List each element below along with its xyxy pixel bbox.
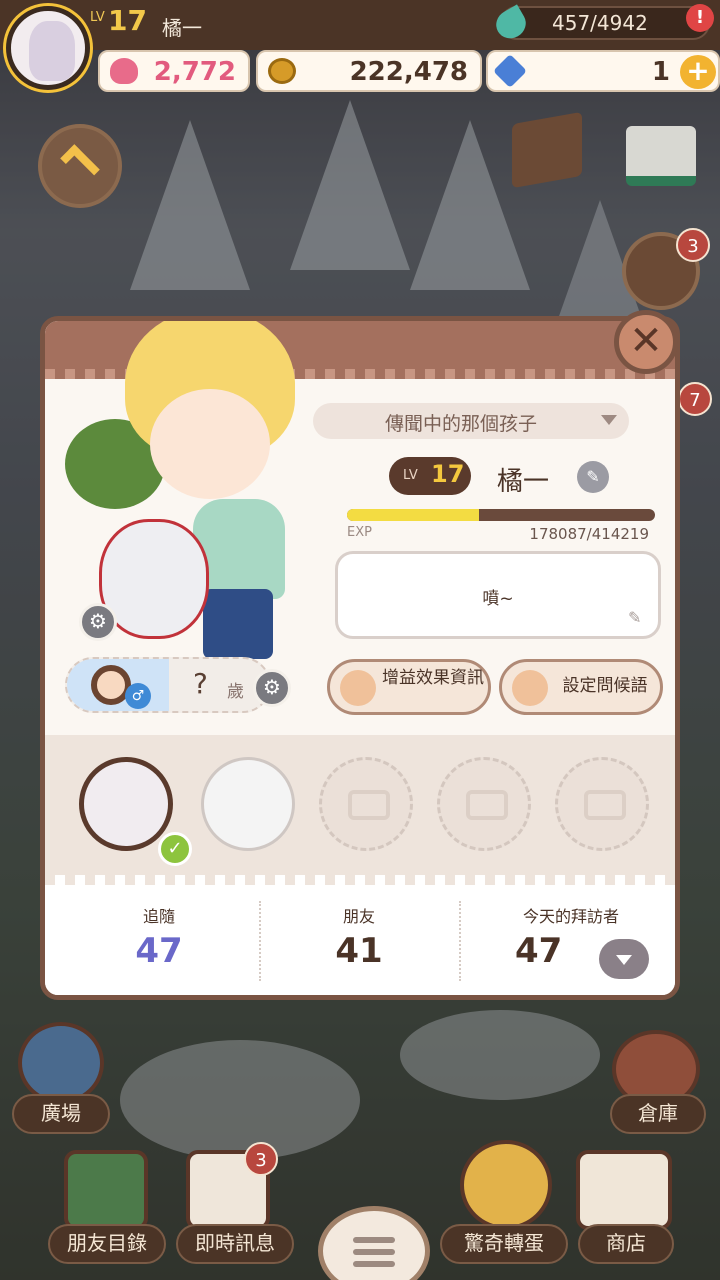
- friends-label: 朋友: [342, 907, 375, 926]
- greeting-text: 噴~: [482, 589, 514, 609]
- friends-list-button[interactable]: 朋友目錄: [48, 1224, 166, 1264]
- age-unit: 歲: [227, 682, 244, 702]
- profile-photo-2[interactable]: [201, 757, 295, 851]
- profile-level-badge: LV 17: [389, 457, 471, 495]
- gender-age-field[interactable]: ♂ ? 歲: [65, 657, 271, 713]
- greeting-message-box[interactable]: 噴~ ✎: [335, 551, 661, 639]
- friends-stat[interactable]: 朋友 41: [259, 903, 459, 971]
- friends-value: 41: [335, 931, 383, 971]
- visitors-label: 今天的拜訪者: [522, 907, 619, 926]
- greeting-person-icon: [512, 670, 548, 706]
- profile-name: 橘一: [497, 467, 550, 497]
- chevron-down-icon: [616, 955, 632, 965]
- age-settings-gear-icon[interactable]: ⚙: [253, 669, 291, 707]
- camera-icon: [348, 790, 390, 820]
- coins-value: 222,478: [349, 57, 468, 87]
- hearts-counter[interactable]: 2,772: [98, 50, 250, 92]
- empty-photo-slot[interactable]: [555, 757, 649, 851]
- empty-photo-slot[interactable]: [437, 757, 531, 851]
- coin-icon: [268, 58, 296, 84]
- gems-counter[interactable]: 1 +: [486, 50, 720, 92]
- energy-meter[interactable]: 457/4942: [491, 4, 710, 44]
- build-mode-icon[interactable]: [626, 126, 696, 186]
- collapse-up-button[interactable]: [38, 124, 122, 208]
- character-face: [150, 389, 270, 499]
- player-avatar[interactable]: [6, 6, 90, 90]
- profile-photo-strip: ✓: [45, 735, 675, 875]
- alert-icon[interactable]: !: [686, 4, 714, 32]
- menu-icon: [353, 1237, 395, 1243]
- check-icon: ✓: [158, 832, 192, 866]
- player-name: 橘一: [162, 16, 202, 40]
- gacha-button[interactable]: 驚奇轉蛋: [440, 1224, 568, 1264]
- character-legs: [203, 589, 273, 659]
- gacha-machine-icon[interactable]: [460, 1140, 552, 1230]
- set-greeting-button[interactable]: 設定問候語: [499, 659, 663, 715]
- followers-label: 追隨: [142, 907, 175, 926]
- buff-info-button[interactable]: 增益效果資訊: [327, 659, 491, 715]
- age-value: ?: [193, 667, 208, 700]
- decorate-box-icon[interactable]: [512, 111, 582, 189]
- plaza-button[interactable]: 廣場: [12, 1094, 110, 1134]
- warehouse-button[interactable]: 倉庫: [610, 1094, 706, 1134]
- close-button[interactable]: ✕: [614, 310, 678, 374]
- hearts-value: 2,772: [153, 57, 236, 87]
- shop-icon[interactable]: [576, 1150, 672, 1230]
- gems-value: 1: [651, 57, 670, 87]
- plaza-icon[interactable]: [18, 1022, 104, 1104]
- followers-stat[interactable]: 追隨 47: [59, 903, 259, 971]
- coins-counter[interactable]: 222,478: [256, 50, 482, 92]
- heart-icon: [110, 58, 138, 84]
- set-greeting-label: 設定問候語: [562, 676, 648, 696]
- edit-greeting-pencil-icon: ✎: [628, 608, 642, 627]
- profile-photo-selected[interactable]: ✓: [79, 757, 192, 866]
- energy-value: 457/4942: [552, 11, 648, 35]
- add-gems-button[interactable]: +: [680, 55, 716, 89]
- social-stats: 追隨 47 朋友 41 今天的拜訪者 47: [45, 875, 675, 995]
- exp-value: 178087/414219: [529, 525, 649, 543]
- messages-button[interactable]: 即時訊息: [176, 1224, 294, 1264]
- exp-progress-bar: [347, 509, 655, 521]
- buff-info-label: 增益效果資訊: [382, 668, 484, 688]
- profile-level-value: 17: [431, 460, 465, 488]
- profile-dialog: ⚙ 傳聞中的那個孩子 LV 17 橘一 ✎ EXP 178087/414219 …: [40, 316, 680, 1000]
- exp-fill: [347, 509, 480, 521]
- quest-badge: 3: [676, 228, 710, 262]
- event-badge: 7: [678, 382, 712, 416]
- character-settings-gear-icon[interactable]: ⚙: [79, 603, 117, 641]
- shop-button[interactable]: 商店: [578, 1224, 674, 1264]
- profile-level-label: LV: [403, 468, 418, 483]
- exp-label: EXP: [347, 525, 372, 540]
- male-symbol-icon: ♂: [125, 683, 151, 709]
- edit-name-pencil-icon[interactable]: ✎: [577, 461, 609, 493]
- empty-photo-slot[interactable]: [319, 757, 413, 851]
- messages-badge: 3: [244, 1142, 278, 1176]
- chevron-down-icon: [601, 415, 617, 425]
- title-text: 傳聞中的那個孩子: [385, 413, 538, 435]
- camera-icon: [584, 790, 626, 820]
- gem-icon: [493, 54, 527, 88]
- friends-book-icon[interactable]: [64, 1150, 148, 1230]
- buff-icon: [340, 670, 376, 706]
- player-level: 17: [108, 4, 147, 37]
- camera-icon: [466, 790, 508, 820]
- visitors-expand-button[interactable]: [599, 939, 649, 979]
- followers-value: 47: [135, 931, 183, 971]
- chevron-up-icon: [60, 144, 100, 184]
- level-label: LV: [90, 10, 105, 25]
- title-dropdown[interactable]: 傳聞中的那個孩子: [313, 403, 629, 439]
